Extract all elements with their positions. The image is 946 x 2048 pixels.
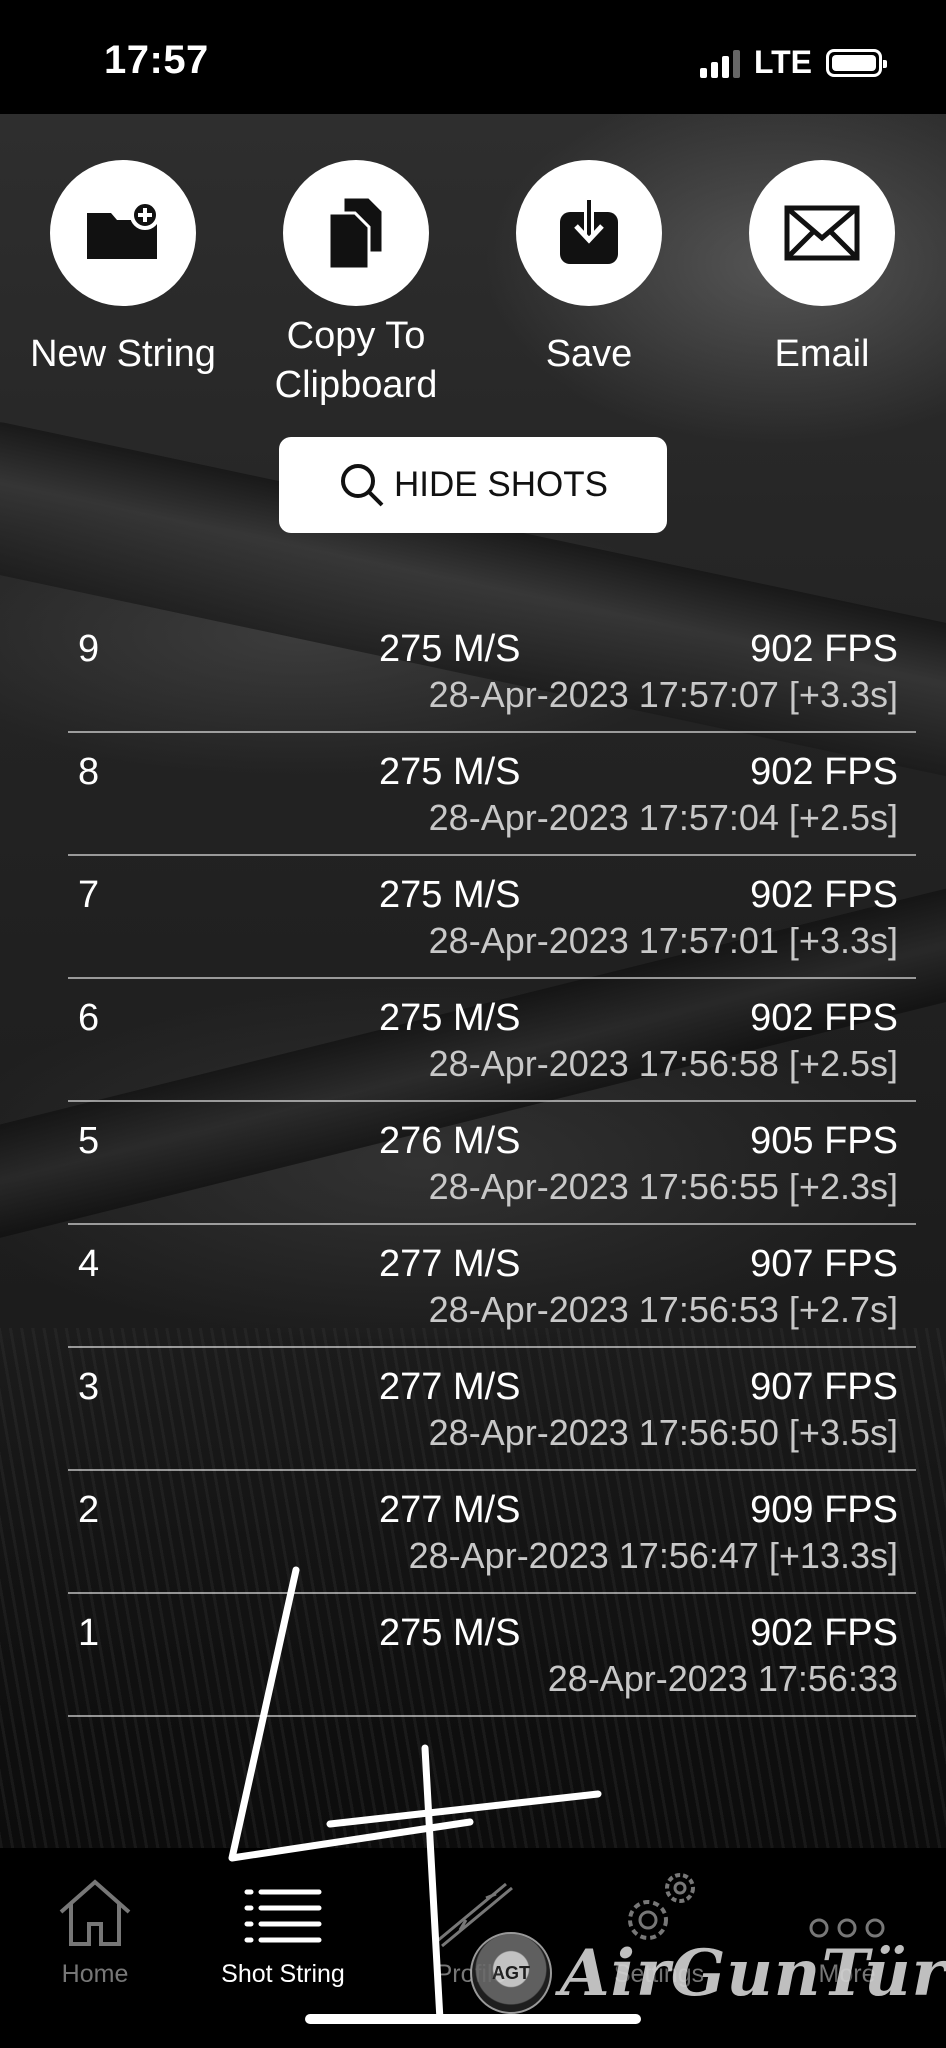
copy-to-clipboard-button[interactable]: Copy To Clipboard [241,160,471,410]
watermark-text: AirGunTürk [560,1935,946,2011]
shot-timestamp: 28-Apr-2023 17:56:55 [+2.3s] [428,1166,898,1207]
home-indicator[interactable] [305,2014,641,2024]
shot-row[interactable]: 8 275 M/S 902 FPS 28-Apr-2023 17:57:04 [… [68,733,916,856]
shot-velocity-ms: 276 M/S [379,1120,521,1162]
signal-icon [699,48,740,78]
shot-velocity-fps: 907 FPS [750,1366,898,1408]
shot-row[interactable]: 9 275 M/S 902 FPS 28-Apr-2023 17:57:07 [… [68,610,916,733]
network-type: LTE [753,44,812,80]
list-icon [188,1858,378,1948]
shot-number: 6 [78,997,100,1039]
shot-velocity-ms: 275 M/S [379,1612,521,1654]
shot-velocity-ms: 275 M/S [379,874,521,916]
copy-icon [283,160,429,306]
shot-row[interactable]: 2 277 M/S 909 FPS 28-Apr-2023 17:56:47 [… [68,1471,916,1594]
shot-number: 2 [78,1489,100,1531]
home-icon [0,1858,190,1948]
shot-number: 4 [78,1243,100,1285]
shot-timestamp: 28-Apr-2023 17:56:33 [547,1658,898,1699]
shot-velocity-fps: 902 FPS [750,874,898,916]
shot-velocity-ms: 275 M/S [379,997,521,1039]
shot-timestamp: 28-Apr-2023 17:56:47 [+13.3s] [408,1535,898,1576]
shot-row[interactable]: 1 275 M/S 902 FPS 28-Apr-2023 17:56:33 [68,1594,916,1717]
shot-velocity-ms: 277 M/S [379,1366,521,1408]
shot-timestamp: 28-Apr-2023 17:56:53 [+2.7s] [428,1289,898,1330]
tab-shot-string[interactable]: Shot String [188,1848,378,1989]
status-bar: 17:57 LTE [0,0,946,114]
shot-row[interactable]: 3 277 M/S 907 FPS 28-Apr-2023 17:56:50 [… [68,1348,916,1471]
hide-shots-button[interactable]: HIDE SHOTS [279,437,667,533]
battery-icon [826,48,887,77]
folder-plus-icon [50,160,196,306]
new-string-button[interactable]: New String [8,160,238,379]
shot-velocity-ms: 275 M/S [379,628,521,670]
shot-row[interactable]: 6 275 M/S 902 FPS 28-Apr-2023 17:56:58 [… [68,979,916,1102]
tab-shot-string-label: Shot String [221,1960,345,1988]
tab-home[interactable]: Home [0,1848,190,1989]
watermark: AGT AirGunTürk [470,1932,946,2014]
copy-to-clipboard-label: Copy To Clipboard [274,315,438,406]
shot-number: 7 [78,874,100,916]
shot-timestamp: 28-Apr-2023 17:56:58 [+2.5s] [428,1043,898,1084]
new-string-label: New String [30,333,216,375]
envelope-icon [749,160,895,306]
status-indicators: LTE [699,44,887,81]
shot-number: 1 [78,1612,100,1654]
shot-velocity-fps: 907 FPS [750,1243,898,1285]
shot-velocity-fps: 902 FPS [750,628,898,670]
shot-row[interactable]: 7 275 M/S 902 FPS 28-Apr-2023 17:57:01 [… [68,856,916,979]
tab-home-label: Home [61,1960,129,1988]
shot-velocity-ms: 277 M/S [379,1243,521,1285]
shot-velocity-fps: 902 FPS [750,751,898,793]
shot-row[interactable]: 5 276 M/S 905 FPS 28-Apr-2023 17:56:55 [… [68,1102,916,1225]
shot-velocity-ms: 275 M/S [379,751,521,793]
save-button[interactable]: Save [474,160,704,379]
shot-timestamp: 28-Apr-2023 17:57:01 [+3.3s] [428,920,898,961]
action-bar: New String Copy To Clipboard Save Email [0,160,946,420]
watermark-logo: AGT [470,1932,552,2014]
shot-list: 9 275 M/S 902 FPS 28-Apr-2023 17:57:07 [… [68,610,916,1717]
shot-timestamp: 28-Apr-2023 17:57:04 [+2.5s] [428,797,898,838]
email-label: Email [774,333,870,375]
shot-row[interactable]: 4 277 M/S 907 FPS 28-Apr-2023 17:56:53 [… [68,1225,916,1348]
shot-number: 9 [78,628,100,670]
shot-number: 8 [78,751,100,793]
shot-velocity-fps: 905 FPS [750,1120,898,1162]
download-icon [516,160,662,306]
shot-velocity-fps: 902 FPS [750,1612,898,1654]
shot-number: 3 [78,1366,100,1408]
shot-velocity-fps: 909 FPS [750,1489,898,1531]
shot-timestamp: 28-Apr-2023 17:57:07 [+3.3s] [428,674,898,715]
email-button[interactable]: Email [707,160,937,379]
shot-velocity-fps: 902 FPS [750,997,898,1039]
hide-shots-label: HIDE SHOTS [394,465,608,504]
status-time: 17:57 [104,38,209,82]
search-icon [341,464,384,507]
save-label: Save [545,333,633,375]
shot-velocity-ms: 277 M/S [379,1489,521,1531]
shot-timestamp: 28-Apr-2023 17:56:50 [+3.5s] [428,1412,898,1453]
shot-number: 5 [78,1120,100,1162]
